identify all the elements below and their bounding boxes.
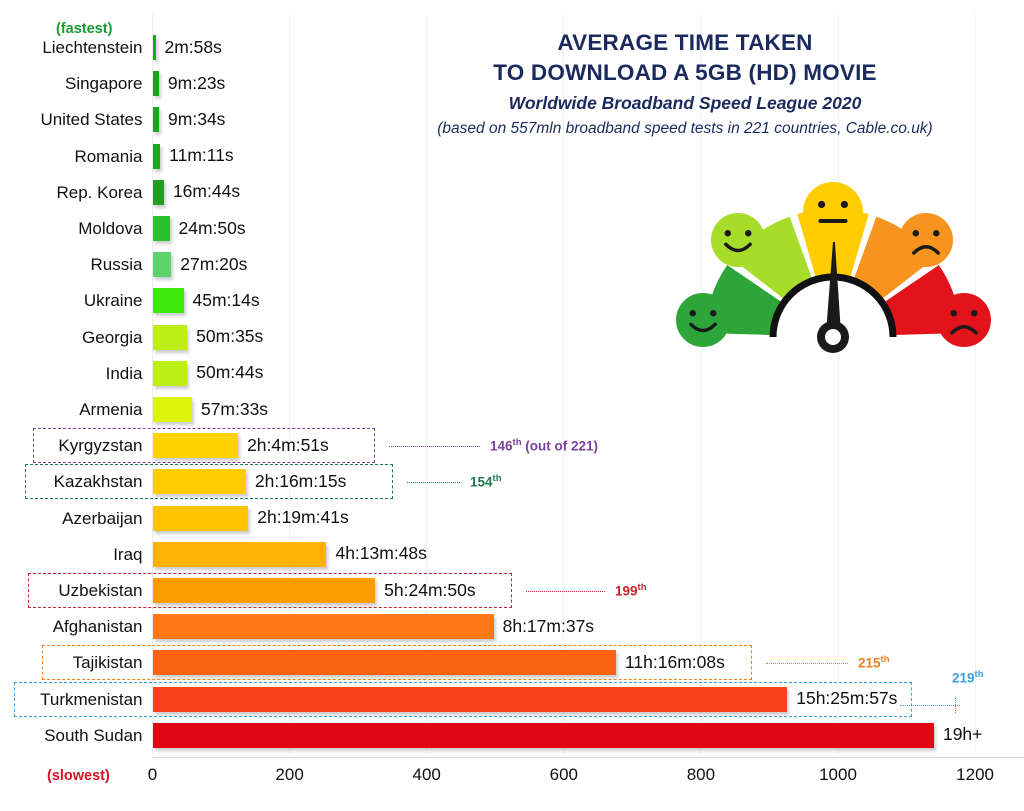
category-label-iraq: Iraq xyxy=(113,544,143,564)
x-tick-200: 200 xyxy=(275,765,304,784)
x-tick-800: 800 xyxy=(686,765,716,784)
highlight-box-turkmenistan xyxy=(14,681,912,717)
bar-liechtenstein xyxy=(152,35,156,60)
category-label-azerbaijan: Azerbaijan xyxy=(62,508,143,528)
value-label-azerbaijan: 2h:19m:41s xyxy=(257,507,349,528)
bar-georgia xyxy=(152,324,188,350)
value-label-rep-korea: 16m:44s xyxy=(172,181,241,202)
bar-ukraine xyxy=(152,288,184,314)
category-label-rep-korea: Rep. Korea xyxy=(56,182,143,202)
value-label-singapore: 9m:23s xyxy=(167,72,226,93)
value-label-iraq: 4h:13m:48s xyxy=(335,543,427,564)
value-label-ukraine: 45m:14s xyxy=(192,289,260,310)
leader-line-turkmenistan xyxy=(900,705,960,707)
rank-annotation-tajikistan: 215th xyxy=(858,653,890,671)
category-label-india: India xyxy=(105,363,143,383)
bar-india xyxy=(152,360,188,386)
category-label-armenia: Armenia xyxy=(79,400,143,419)
bar-romania xyxy=(152,143,161,169)
x-tick-0: 0 xyxy=(147,765,158,784)
rank-annotation-turkmenistan: 219th xyxy=(952,668,984,686)
rank-annotation-kyrgyzstan: 146th (out of 221) xyxy=(490,436,598,454)
value-label-armenia: 57m:33s xyxy=(200,398,269,419)
category-label-singapore: Singapore xyxy=(64,74,143,94)
leader-line-vertical-turkmenistan xyxy=(955,697,956,713)
category-label-moldova: Moldova xyxy=(78,219,143,238)
category-label-russia: Russia xyxy=(90,255,143,275)
rank-annotation-uzbekistan: 199th xyxy=(615,581,647,598)
bar-singapore xyxy=(152,71,159,97)
bar-russia xyxy=(152,252,172,278)
value-label-south-sudan: 19h+ xyxy=(942,724,983,745)
category-label-ukraine: Ukraine xyxy=(83,291,143,311)
bar-iraq xyxy=(152,541,327,567)
bar-rep-korea xyxy=(152,179,164,205)
value-label-india: 50m:44s xyxy=(196,362,264,383)
rank-annotation-kazakhstan: 154th xyxy=(470,472,502,490)
leader-line-uzbekistan xyxy=(526,590,605,592)
bar-afghanistan xyxy=(152,614,494,640)
highlight-box-kazakhstan xyxy=(25,464,393,500)
value-label-liechtenstein: 2m:58s xyxy=(164,36,222,57)
bar-moldova xyxy=(152,216,170,241)
x-tick-400: 400 xyxy=(412,765,441,784)
x-tick-1000: 1000 xyxy=(819,765,857,784)
bar-plot-area: Liechtenstein 2m:58s Singapore 9m:23s United… xyxy=(0,0,1024,811)
x-axis-line xyxy=(152,757,1024,758)
value-label-romania: 11m:11s xyxy=(169,145,234,166)
chart-canvas: (fastest) (slowest) AVERAGE TIME TAKEN T… xyxy=(0,0,1024,811)
category-label-liechtenstein: Liechtenstein xyxy=(42,38,143,57)
bar-armenia xyxy=(152,397,192,422)
highlight-box-kyrgyzstan xyxy=(33,428,375,464)
bar-south-sudan xyxy=(152,722,934,748)
leader-line-kyrgyzstan xyxy=(389,445,480,447)
value-label-united-states: 9m:34s xyxy=(168,108,226,129)
value-label-moldova: 24m:50s xyxy=(178,217,246,238)
value-label-russia: 27m:20s xyxy=(180,253,248,274)
highlight-box-uzbekistan xyxy=(28,573,512,608)
highlight-box-tajikistan xyxy=(42,645,752,681)
category-label-south-sudan: South Sudan xyxy=(44,725,143,745)
bar-united-states xyxy=(152,107,160,133)
category-label-romania: Romania xyxy=(74,146,143,166)
leader-line-tajikistan xyxy=(766,662,848,664)
category-label-afghanistan: Afghanistan xyxy=(52,617,143,637)
leader-line-kazakhstan xyxy=(407,481,460,483)
value-label-afghanistan: 8h:17m:37s xyxy=(502,615,595,636)
category-label-georgia: Georgia xyxy=(82,327,143,347)
bar-azerbaijan xyxy=(152,505,249,531)
category-label-united-states: United States xyxy=(40,110,143,130)
x-tick-1200: 1200 xyxy=(956,765,994,784)
x-tick-600: 600 xyxy=(549,765,578,784)
value-label-georgia: 50m:35s xyxy=(196,326,264,347)
